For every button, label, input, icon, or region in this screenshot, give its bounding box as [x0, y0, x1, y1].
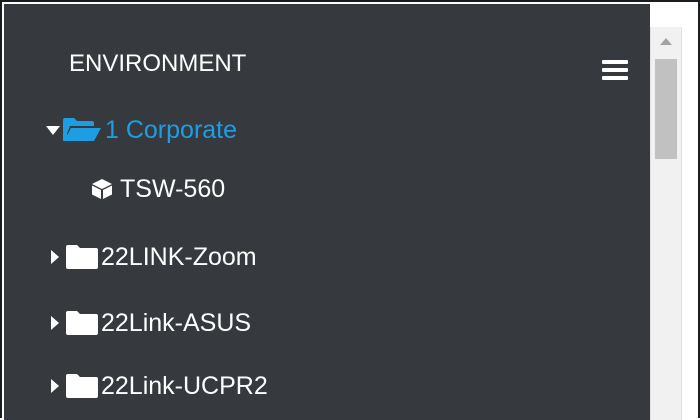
- window-frame: ENVIRONMENT 1 Corporate TSW-560 22LINK-Z…: [0, 0, 700, 420]
- vertical-scrollbar[interactable]: [650, 27, 682, 420]
- caret-right-icon[interactable]: [51, 379, 59, 393]
- tree-item-22link-ucpr2[interactable]: 22Link-UCPR2: [51, 369, 268, 403]
- scroll-up-arrow-icon[interactable]: [651, 27, 681, 55]
- tree-item-tsw-560[interactable]: TSW-560: [91, 172, 225, 206]
- tree-item-22link-asus[interactable]: 22Link-ASUS: [51, 306, 251, 340]
- environment-panel: ENVIRONMENT 1 Corporate TSW-560 22LINK-Z…: [4, 4, 650, 420]
- tree-item-label: 22LINK-Zoom: [101, 242, 257, 271]
- folder-icon: [65, 373, 99, 399]
- folder-icon: [65, 310, 99, 336]
- tree-item-label: 1 Corporate: [105, 115, 238, 144]
- tree-item-label: 22Link-ASUS: [101, 308, 252, 337]
- tree-item-label: TSW-560: [120, 174, 226, 203]
- tree-item-22link-zoom[interactable]: 22LINK-Zoom: [51, 240, 257, 274]
- hamburger-menu-icon[interactable]: [602, 60, 628, 82]
- cube-icon: [91, 178, 113, 200]
- caret-right-icon[interactable]: [51, 316, 59, 330]
- tree-item-label: 22Link-UCPR2: [101, 371, 268, 400]
- folder-open-icon: [62, 117, 102, 143]
- caret-down-icon[interactable]: [46, 125, 60, 135]
- panel-title: ENVIRONMENT: [69, 50, 247, 77]
- tree-item-corporate[interactable]: 1 Corporate: [46, 113, 237, 147]
- caret-right-icon[interactable]: [51, 250, 59, 264]
- scroll-thumb[interactable]: [655, 59, 677, 159]
- folder-icon: [65, 244, 99, 270]
